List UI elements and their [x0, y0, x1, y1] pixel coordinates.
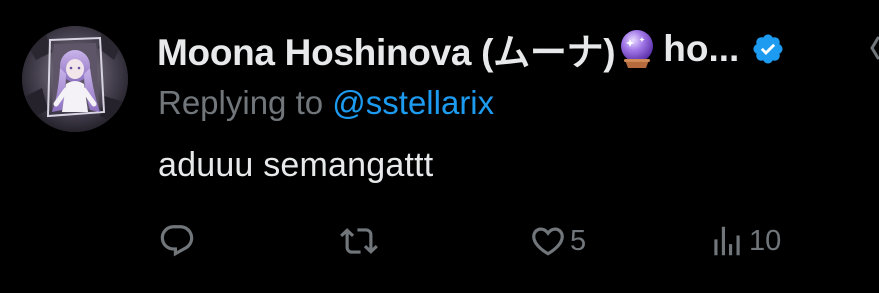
avatar[interactable] — [22, 26, 128, 132]
reply-prefix: Replying to — [158, 84, 324, 121]
more-options-icon[interactable] — [866, 36, 879, 62]
reply-button[interactable] — [158, 218, 199, 264]
crystal-ball-icon — [617, 28, 657, 70]
like-count: 5 — [570, 224, 587, 257]
reply-mention-link[interactable]: @sstellarix — [332, 84, 494, 121]
author-handle-truncated[interactable]: ho... — [663, 28, 739, 70]
tweet-text: aduuu semangattt — [158, 146, 434, 184]
avatar-image — [22, 26, 128, 132]
view-count: 10 — [749, 224, 782, 257]
reply-context: Replying to @sstellarix — [158, 84, 494, 122]
views-chart-icon — [708, 222, 746, 260]
tweet-header: Moona Hoshinova (ムーナ) ho... — [157, 26, 785, 73]
reply-icon — [158, 222, 196, 260]
retweet-icon — [340, 222, 378, 260]
tweet: Moona Hoshinova (ムーナ) ho... Replying to … — [0, 0, 879, 293]
like-button[interactable]: 5 — [529, 218, 586, 264]
verified-badge-icon[interactable] — [751, 32, 785, 66]
retweet-button[interactable] — [340, 218, 381, 264]
heart-icon — [529, 222, 567, 260]
action-bar: 5 10 — [0, 218, 879, 268]
author-display-name[interactable]: Moona Hoshinova (ムーナ) — [157, 22, 616, 76]
views-button[interactable]: 10 — [708, 218, 781, 264]
